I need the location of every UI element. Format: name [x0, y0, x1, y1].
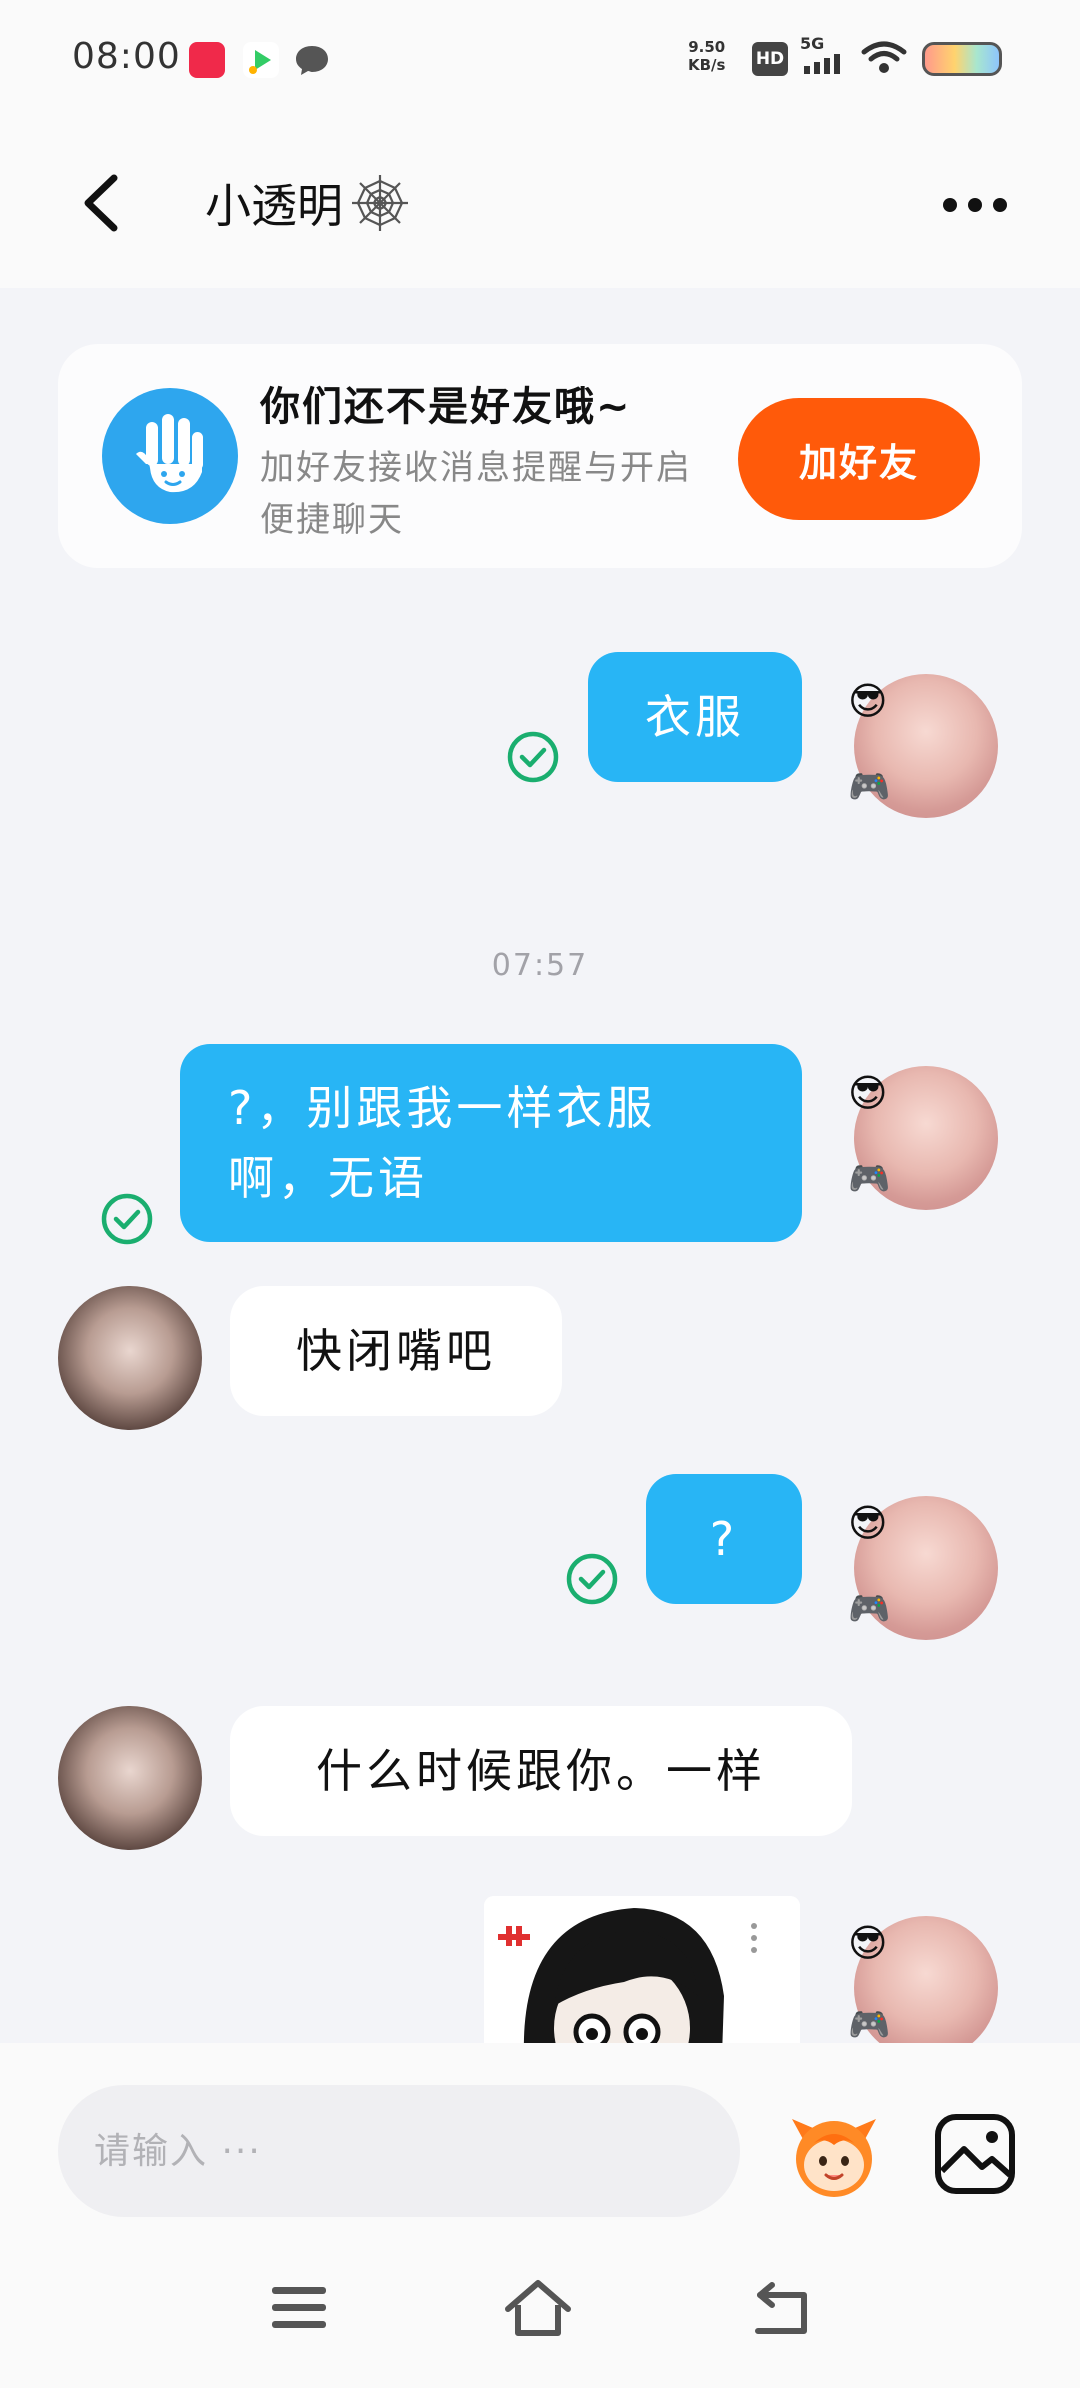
image-picker-icon — [935, 2114, 1015, 2194]
card-title: 你们还不是好友哦~ — [260, 384, 632, 430]
add-friend-button[interactable]: 加好友 — [738, 398, 980, 520]
chevron-left-icon — [84, 174, 118, 232]
menu-icon — [272, 2287, 326, 2328]
game-controller-icon: 🎮 — [848, 2005, 891, 2043]
sunglasses-emoji-icon: 😎 — [848, 1501, 888, 1545]
mascot-emoji-icon — [792, 2119, 876, 2197]
game-controller-icon: 🎮 — [848, 1159, 891, 1199]
home-icon — [505, 2280, 571, 2336]
back-nav-button[interactable] — [746, 2275, 818, 2341]
chat-bubble-icon — [294, 42, 330, 78]
contact-avatar[interactable] — [58, 1706, 202, 1850]
sunglasses-emoji-icon: 😎 — [848, 1921, 888, 1965]
message-input[interactable] — [58, 2085, 740, 2217]
status-time: 08:00 — [72, 36, 181, 77]
message-bubble-sent[interactable]: 衣服 — [588, 652, 802, 782]
chat-area[interactable]: 你们还不是好友哦~ 加好友接收消息提醒与开启便捷聊天 加好友 衣服 😎 🎮 07… — [0, 288, 1080, 2043]
more-button[interactable] — [940, 180, 1010, 230]
card-description: 加好友接收消息提醒与开启便捷聊天 — [260, 448, 692, 540]
network-speed: 9.50 KB/s — [688, 38, 725, 74]
message-bubble-received[interactable]: 什么时候跟你。一样 — [230, 1706, 852, 1836]
read-check-icon — [565, 1552, 619, 1606]
message-bubble-received[interactable]: 快闭嘴吧 — [230, 1286, 562, 1416]
battery-icon — [922, 42, 1002, 76]
message-text: ?，别跟我一样衣服啊，无语 — [228, 1081, 657, 1205]
message-text: 快闭嘴吧 — [296, 1324, 496, 1378]
app-badge-red-icon — [189, 42, 225, 78]
message-text: 衣服 — [645, 690, 745, 744]
image-button[interactable] — [932, 2111, 1018, 2197]
game-controller-icon: 🎮 — [848, 1589, 891, 1629]
home-button[interactable] — [502, 2275, 574, 2341]
signal-icon: 5G — [800, 36, 848, 76]
back-icon — [755, 2282, 807, 2334]
read-check-icon — [100, 1192, 154, 1246]
back-button[interactable] — [70, 168, 130, 238]
menu-button[interactable] — [264, 2275, 336, 2341]
chat-title-text: 小透明 — [205, 179, 343, 233]
status-bar: 08:00 9.50 KB/s HD 5G — [0, 0, 1080, 118]
chat-title: 小透明 — [205, 170, 411, 236]
system-nav-bar — [0, 2233, 1080, 2388]
network-speed-value: 9.50 — [688, 38, 726, 56]
message-bubble-sent[interactable]: ? — [646, 1474, 802, 1604]
contact-avatar[interactable] — [58, 1286, 202, 1430]
message-text: ? — [709, 1512, 739, 1566]
input-bar — [0, 2043, 1080, 2233]
wifi-icon — [860, 38, 908, 78]
message-text: 什么时候跟你。一样 — [316, 1744, 766, 1798]
spider-web-icon — [352, 175, 408, 231]
message-bubble-sent[interactable]: ?，别跟我一样衣服啊，无语 — [180, 1044, 802, 1242]
hd-badge: HD — [752, 42, 788, 76]
game-controller-icon: 🎮 — [848, 767, 891, 807]
video-app-icon — [243, 42, 279, 78]
sticker-image[interactable] — [484, 1896, 800, 2043]
sunglasses-emoji-icon: 😎 — [848, 1071, 888, 1115]
signal-label: 5G — [800, 34, 825, 53]
chat-header: 小透明 — [0, 118, 1080, 288]
read-check-icon — [506, 730, 560, 784]
add-friend-card: 你们还不是好友哦~ 加好友接收消息提醒与开启便捷聊天 加好友 — [58, 344, 1022, 568]
waving-hand-icon — [102, 388, 238, 524]
network-speed-unit: KB/s — [688, 56, 726, 74]
more-dots-icon — [943, 198, 1007, 212]
message-timestamp: 07:57 — [491, 948, 589, 983]
sunglasses-emoji-icon: 😎 — [848, 679, 888, 723]
emoji-button[interactable] — [784, 2103, 884, 2203]
